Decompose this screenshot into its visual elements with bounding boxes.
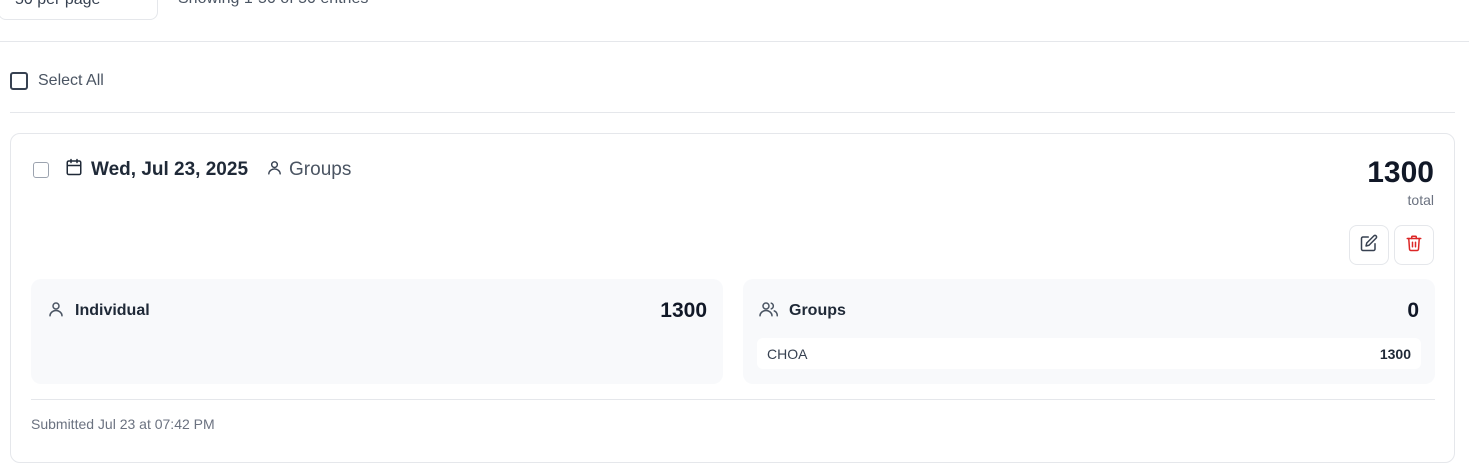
entry-card: Wed, Jul 23, 2025 Groups 1300 total Indi…: [10, 133, 1455, 463]
group-name: CHOA: [767, 345, 808, 362]
edit-icon: [1360, 234, 1378, 257]
entry-header: Wed, Jul 23, 2025 Groups: [33, 158, 351, 181]
individual-value: 1300: [660, 299, 707, 322]
total-label: total: [1407, 192, 1434, 208]
individual-panel: Individual 1300: [31, 279, 723, 384]
card-divider: [31, 399, 1435, 400]
divider: [10, 112, 1455, 113]
individual-panel-header: Individual 1300: [47, 299, 707, 323]
delete-button[interactable]: [1394, 225, 1434, 265]
entries-count-text: Showing 1-50 of 50 entries: [178, 0, 368, 8]
edit-button[interactable]: [1349, 225, 1389, 265]
user-icon: [266, 159, 283, 181]
groups-panel-header: Groups 0: [759, 299, 1419, 323]
groups-label: Groups: [789, 302, 846, 319]
entry-date: Wed, Jul 23, 2025: [91, 158, 249, 180]
group-count: 1300: [1379, 345, 1411, 362]
per-page-select[interactable]: 50 per page: [0, 0, 158, 20]
groups-value: 0: [1407, 299, 1419, 322]
trash-icon: [1405, 234, 1423, 257]
submitted-timestamp: Submitted Jul 23 at 07:42 PM: [31, 416, 215, 432]
individual-label: Individual: [75, 302, 150, 319]
total-value: 1300: [1367, 156, 1434, 189]
select-all-label[interactable]: Select All: [38, 72, 104, 90]
users-icon: [759, 300, 779, 323]
list-item: CHOA 1300: [757, 338, 1421, 369]
select-all-row[interactable]: Select All: [10, 72, 104, 90]
calendar-icon: [65, 158, 83, 181]
entry-total: 1300 total: [1367, 156, 1434, 210]
pagination-toolbar: 50 per page Showing 1-50 of 50 entries: [0, 0, 1469, 42]
user-icon: [47, 300, 65, 323]
select-all-checkbox[interactable]: [10, 72, 28, 90]
entry-type: Groups: [289, 158, 352, 180]
groups-panel: Groups 0 CHOA 1300: [743, 279, 1435, 384]
entry-checkbox[interactable]: [33, 161, 49, 178]
